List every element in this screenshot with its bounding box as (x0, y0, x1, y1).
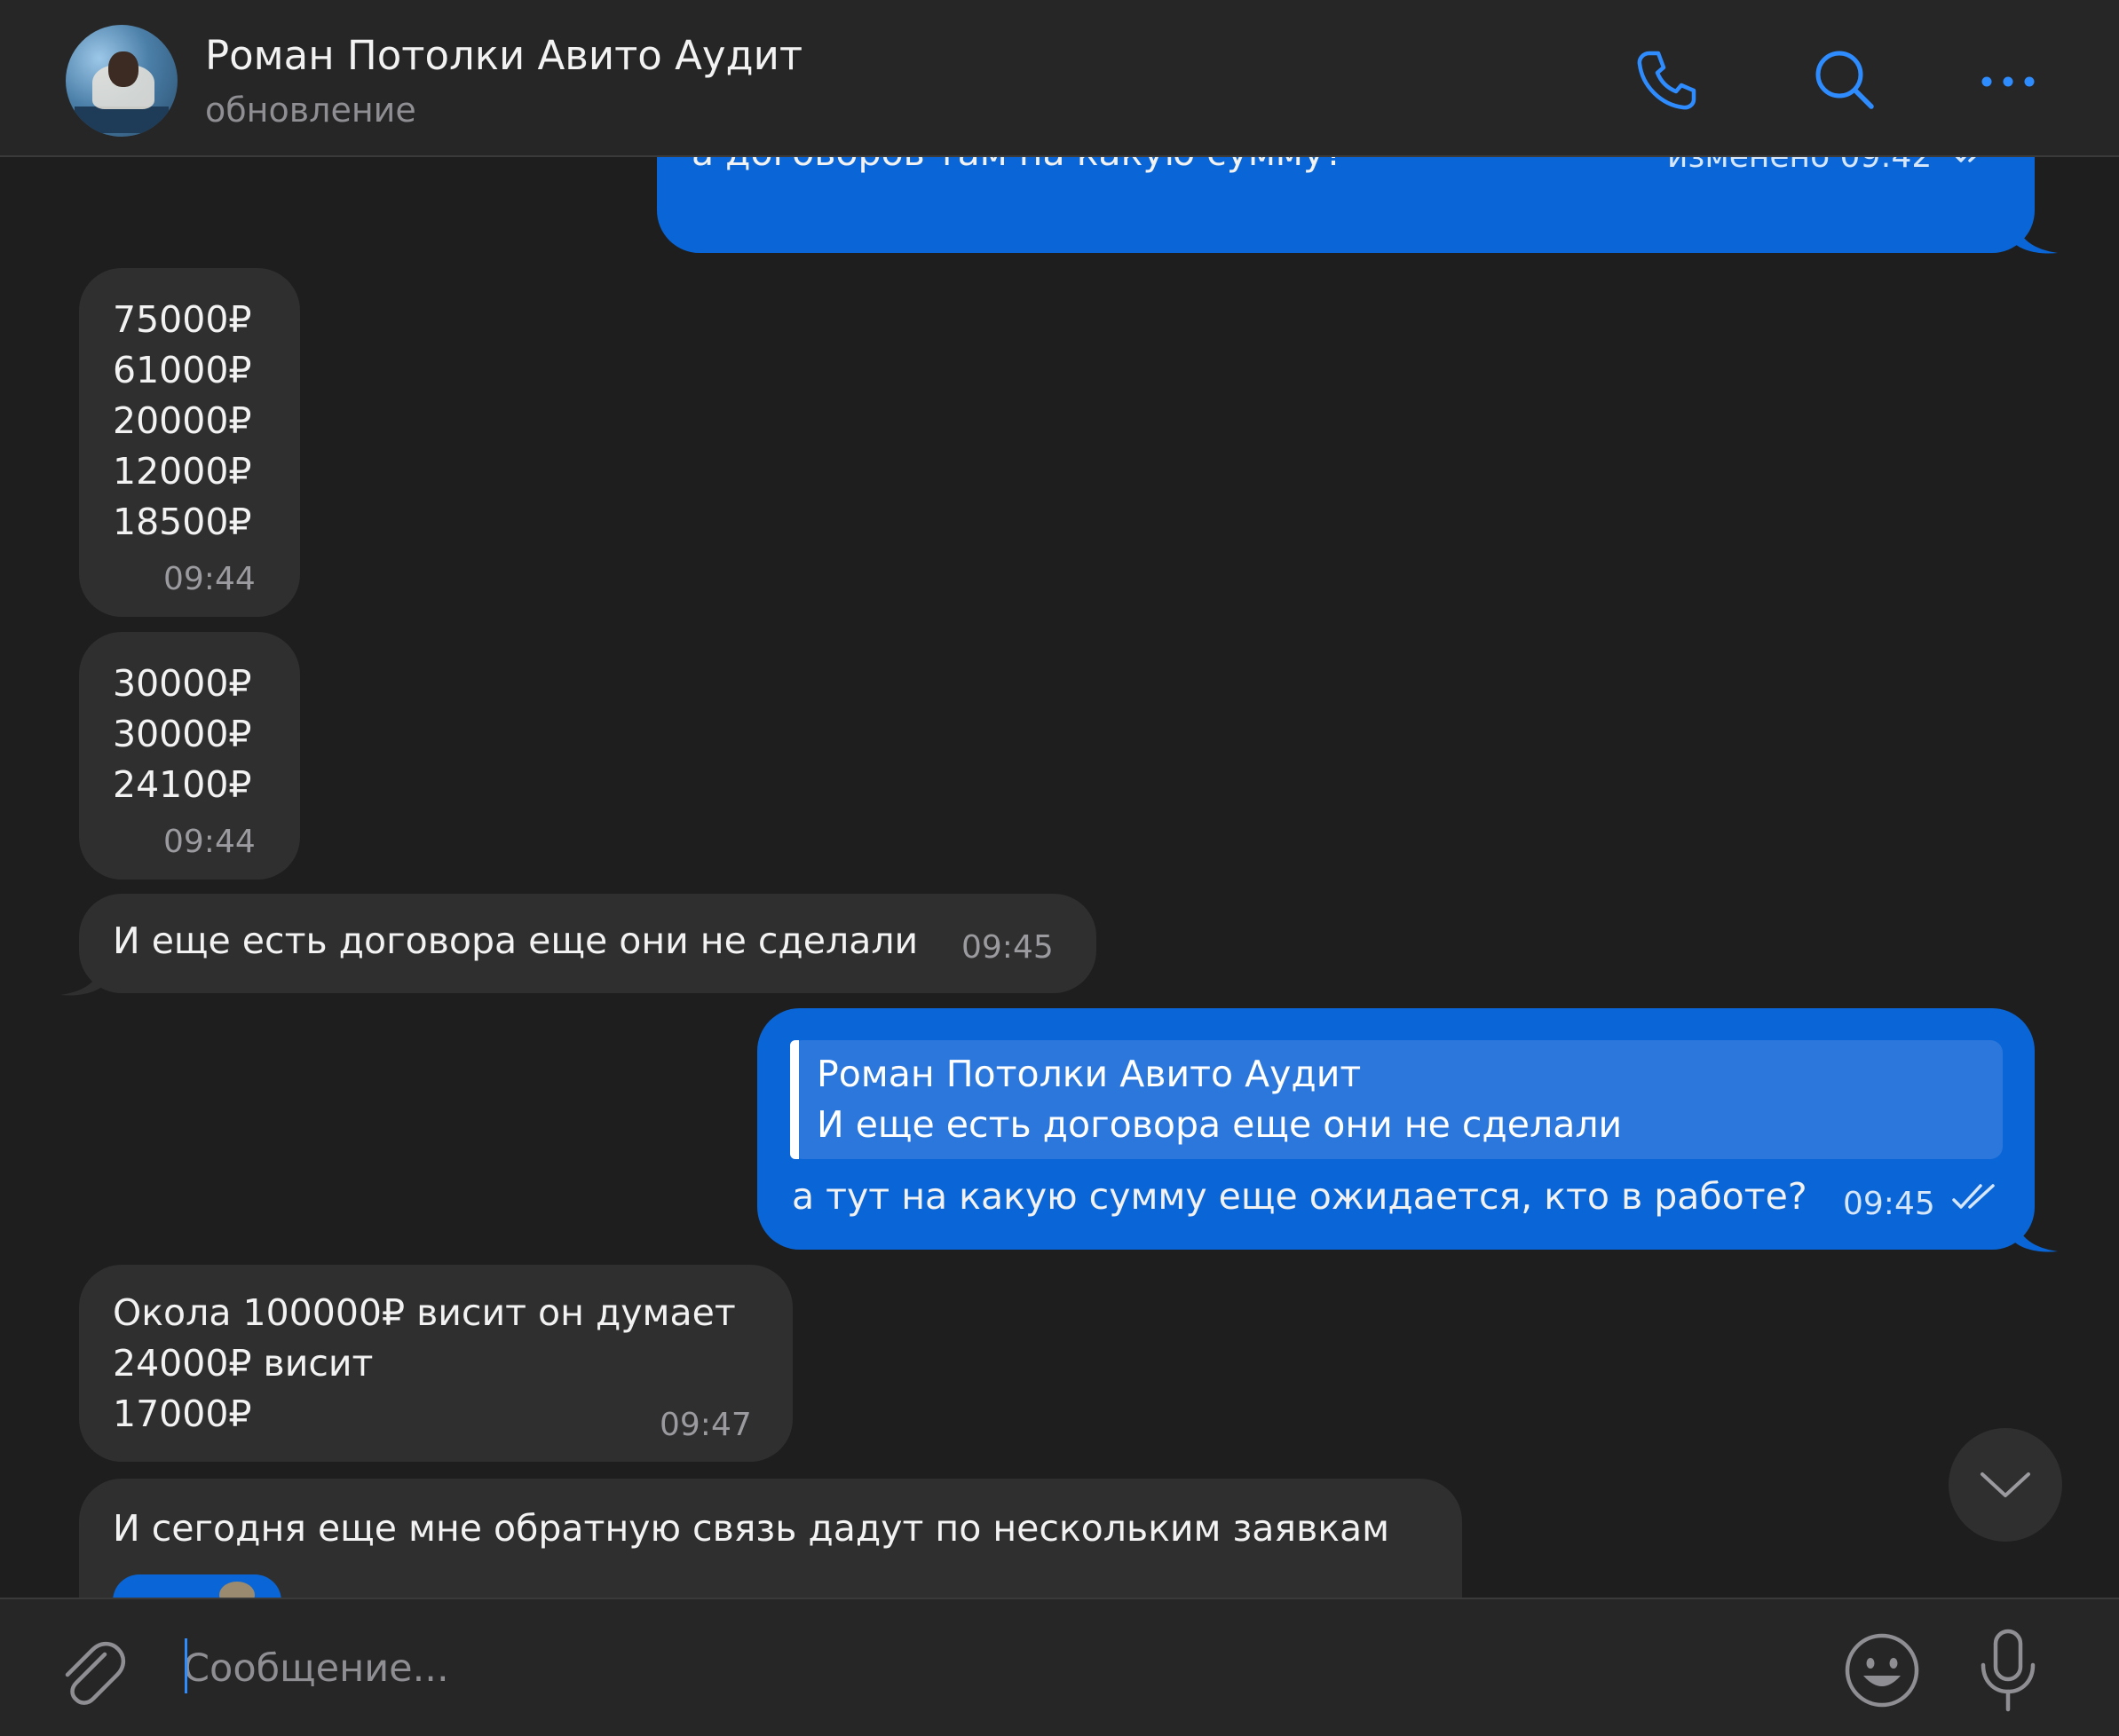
microphone-icon[interactable] (1973, 1626, 2044, 1715)
search-icon[interactable] (1809, 44, 1880, 115)
reply-text: И еще есть договора еще они не сделали (817, 1103, 1623, 1146)
message-line: 30000₽ (113, 662, 252, 705)
text-caret (185, 1638, 187, 1693)
bubble-tail (2015, 1218, 2058, 1252)
more-icon[interactable] (1973, 44, 2044, 115)
reply-author: Роман Потолки Авито Аудит (817, 1053, 1362, 1095)
message-line: 24000₽ висит (113, 1342, 374, 1385)
contact-name[interactable]: Роман Потолки Авито Аудит (205, 32, 803, 79)
message-time: 09:47 (660, 1407, 752, 1443)
message-line: 24100₽ (113, 763, 252, 806)
read-check-icon (1952, 1184, 1995, 1209)
message-incoming[interactable]: И еще есть договора еще они не сделали 0… (79, 894, 1096, 993)
message-line: 61000₽ (113, 349, 252, 391)
message-line: Окола 100000₽ висит он думает (113, 1291, 736, 1334)
bubble-tail (2015, 219, 2058, 254)
phone-icon[interactable] (1630, 44, 1701, 115)
message-text: а тут на какую сумму еще ожидается, кто … (792, 1175, 1807, 1218)
message-text: И сегодня еще мне обратную связь дадут п… (113, 1507, 1390, 1550)
message-meta: изменено 09:42 (1667, 157, 1932, 182)
avatar-photo-water (75, 107, 169, 133)
paperclip-icon[interactable] (53, 1635, 128, 1709)
avatar[interactable] (66, 25, 178, 137)
message-incoming[interactable]: 75000₽ 61000₽ 20000₽ 12000₽ 18500₽ 09:44 (79, 268, 300, 617)
message-line: 75000₽ (113, 298, 252, 341)
reply-bar (790, 1040, 799, 1159)
chevron-down-icon (1981, 1472, 2030, 1497)
emoji-icon[interactable] (1841, 1629, 1923, 1711)
chat-header: Роман Потолки Авито Аудит обновление (0, 0, 2119, 157)
message-line: 17000₽ (113, 1393, 252, 1435)
message-line: 30000₽ (113, 713, 252, 755)
message-time: 09:44 (163, 824, 256, 860)
message-input[interactable] (183, 1635, 1781, 1702)
contact-status: обновление (205, 91, 416, 130)
message-line: 20000₽ (113, 399, 252, 442)
attachment-avatar (219, 1582, 255, 1598)
attachment-thumbnail[interactable] (113, 1574, 281, 1598)
message-time: 09:44 (163, 561, 256, 597)
message-text: И еще есть договора еще они не сделали (113, 919, 919, 962)
chat-window: Роман Потолки Авито Аудит обновление а д… (0, 0, 2119, 1736)
message-composer (0, 1598, 2119, 1736)
message-time: 09:45 (1843, 1186, 1935, 1222)
message-text: а договоров там на какую сумму? (692, 157, 1344, 178)
bubble-tail (60, 961, 103, 996)
read-check-icon (1955, 157, 1976, 162)
message-incoming[interactable]: Окола 100000₽ висит он думает 24000₽ вис… (79, 1265, 793, 1462)
avatar-photo-person (108, 51, 138, 87)
message-incoming[interactable]: 30000₽ 30000₽ 24100₽ 09:44 (79, 632, 300, 880)
scroll-down-button[interactable] (1949, 1428, 2062, 1542)
message-time: 09:45 (961, 929, 1054, 966)
message-incoming[interactable]: И сегодня еще мне обратную связь дадут п… (79, 1479, 1462, 1598)
message-line: 18500₽ (113, 501, 252, 543)
message-list[interactable]: а договоров там на какую сумму? изменено… (0, 157, 2119, 1598)
reply-quote[interactable]: Роман Потолки Авито Аудит И еще есть дог… (790, 1040, 2003, 1159)
message-outgoing[interactable]: а договоров там на какую сумму? изменено… (657, 157, 2035, 253)
message-line: 12000₽ (113, 450, 252, 493)
message-outgoing[interactable]: Роман Потолки Авито Аудит И еще есть дог… (757, 1008, 2035, 1250)
